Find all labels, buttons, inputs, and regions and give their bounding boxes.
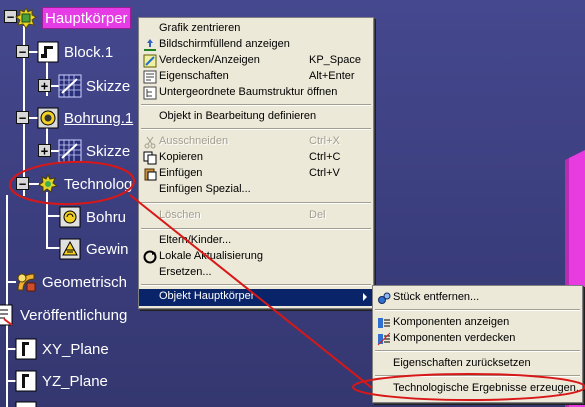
tree-node-hauptkoerper[interactable]: Hauptkörper xyxy=(14,4,131,32)
tree-node-technolog[interactable]: Technolog xyxy=(36,170,132,198)
plane-icon xyxy=(14,400,38,407)
geometric-set-icon xyxy=(14,270,38,294)
submenu-item-komponenten-verdecken[interactable]: Komponenten verdecken xyxy=(373,331,582,347)
sketch-icon xyxy=(58,139,82,163)
tree-node-gewinde-child[interactable]: Gewin xyxy=(58,235,129,263)
sketch-icon xyxy=(58,74,82,98)
menu-separator xyxy=(375,350,580,352)
paste-icon xyxy=(142,166,158,182)
submenu-item-eigenschaften-zuruecksetzen[interactable]: Eigenschaften zurücksetzen xyxy=(373,356,582,372)
menu-item-baumstruktur-oeffnen[interactable]: Untergeordnete Baumstruktur öffnen xyxy=(139,85,373,101)
tree-node-skizze1[interactable]: Skizze xyxy=(58,72,130,100)
expand-toggle-skizze1[interactable]: + xyxy=(38,79,51,92)
menu-item-ersetzen[interactable]: Ersetzen... xyxy=(139,265,373,281)
menu-separator xyxy=(375,309,580,311)
tree-label-yz-plane: YZ_Plane xyxy=(42,372,108,390)
tree-label-block: Block.1 xyxy=(64,43,114,61)
hole-result-icon xyxy=(58,205,82,229)
menu-separator xyxy=(141,228,371,230)
plane-icon xyxy=(14,337,38,361)
expand-toggle-block[interactable]: − xyxy=(16,45,29,58)
tree-node-veroeffentlichung[interactable]: Veröffentlichung xyxy=(0,301,127,329)
menu-item-eigenschaften[interactable]: Eigenschaften Alt+Enter xyxy=(139,69,373,85)
submenu-objekt-hauptkoerper: Stück entfernen... Komponenten anzeigen … xyxy=(372,285,585,403)
technological-result-icon xyxy=(36,172,60,196)
menu-item-ausschneiden[interactable]: Ausschneiden Ctrl+X xyxy=(139,134,373,150)
menu-separator xyxy=(141,104,371,106)
submenu-item-technologische-ergebnisse[interactable]: Technologische Ergebnisse erzeugen... xyxy=(373,381,585,397)
menu-item-einfuegen[interactable]: Einfügen Ctrl+V xyxy=(139,166,373,182)
tree-node-yz-plane[interactable]: YZ_Plane xyxy=(14,367,108,395)
tree-label-gewinde-child: Gewin xyxy=(86,240,129,258)
menu-item-kopieren[interactable]: Kopieren Ctrl+C xyxy=(139,150,373,166)
tree-node-geometrisch[interactable]: Geometrisch xyxy=(14,268,127,296)
tree-node-bohrung-child[interactable]: Bohru xyxy=(58,203,126,231)
thread-result-icon xyxy=(58,237,82,261)
cut-icon xyxy=(142,134,158,150)
menu-item-eltern-kinder[interactable]: Eltern/Kinder... xyxy=(139,233,373,249)
tree-label-bohrung-child: Bohru xyxy=(86,208,127,226)
menu-item-einfuegen-spezial[interactable]: Einfügen Spezial... xyxy=(139,182,373,198)
menu-separator xyxy=(141,202,371,204)
menu-item-bildschirmfuellend[interactable]: Bildschirmfüllend anzeigen xyxy=(139,37,373,53)
menu-item-in-bearbeitung[interactable]: Objekt in Bearbeitung definieren xyxy=(139,109,373,125)
menu-separator xyxy=(375,375,580,377)
tree-label-hauptkoerper: Hauptkörper xyxy=(42,7,131,29)
submenu-item-komponenten-anzeigen[interactable]: Komponenten anzeigen xyxy=(373,315,582,331)
copy-icon xyxy=(142,150,158,166)
hide-components-icon xyxy=(376,331,392,347)
properties-icon xyxy=(142,69,158,85)
menu-item-loeschen[interactable]: Löschen Del xyxy=(139,208,373,224)
publication-icon xyxy=(0,303,16,327)
tree-label-skizze2: Skizze xyxy=(86,142,131,160)
menu-item-lokale-aktualisierung[interactable]: Lokale Aktualisierung xyxy=(139,249,373,265)
tree-label-technolog: Technolog xyxy=(64,175,133,193)
tree-label-geometrisch: Geometrisch xyxy=(42,273,128,291)
expand-toggle-bohrung[interactable]: − xyxy=(16,111,29,124)
plane-icon xyxy=(14,369,38,393)
tree-label-veroeffentlichung: Veröffentlichung xyxy=(20,306,128,324)
tree-label-xy-plane: XY_Plane xyxy=(42,340,109,358)
part-body-icon xyxy=(14,6,38,30)
menu-item-verdecken-anzeigen[interactable]: Verdecken/Anzeigen KP_Space xyxy=(139,53,373,69)
menu-separator xyxy=(141,284,371,286)
tree-label-bohrung: Bohrung.1 xyxy=(64,109,134,127)
tree-node-xy-plane[interactable]: XY_Plane xyxy=(14,335,109,363)
expand-toggle-skizze2[interactable]: + xyxy=(38,144,51,157)
expand-toggle-techno[interactable]: − xyxy=(16,177,29,190)
menu-item-objekt-hauptkoerper[interactable]: Objekt Hauptkörper xyxy=(139,289,373,306)
local-update-icon xyxy=(142,249,158,265)
show-components-icon xyxy=(376,315,392,331)
hole-icon xyxy=(36,106,60,130)
fit-all-icon xyxy=(142,37,158,53)
hide-show-icon xyxy=(142,53,158,69)
tree-node-skizze2[interactable]: Skizze xyxy=(58,137,130,165)
menu-separator xyxy=(141,128,371,130)
tree-node-zx-plane-partial[interactable] xyxy=(14,398,42,407)
submenu-arrow-icon xyxy=(363,293,367,301)
remove-body-icon xyxy=(376,290,392,306)
tree-node-bohrung[interactable]: Bohrung.1 xyxy=(36,104,133,132)
tree-node-block[interactable]: Block.1 xyxy=(36,38,113,66)
pad-icon xyxy=(36,40,60,64)
menu-item-grafik-zentrieren[interactable]: Grafik zentrieren xyxy=(139,21,373,37)
submenu-item-stueck-entfernen[interactable]: Stück entfernen... xyxy=(373,290,582,306)
subtree-icon xyxy=(142,85,158,101)
context-menu: Grafik zentrieren Bildschirmfüllend anze… xyxy=(138,17,374,309)
tree-label-skizze1: Skizze xyxy=(86,77,131,95)
